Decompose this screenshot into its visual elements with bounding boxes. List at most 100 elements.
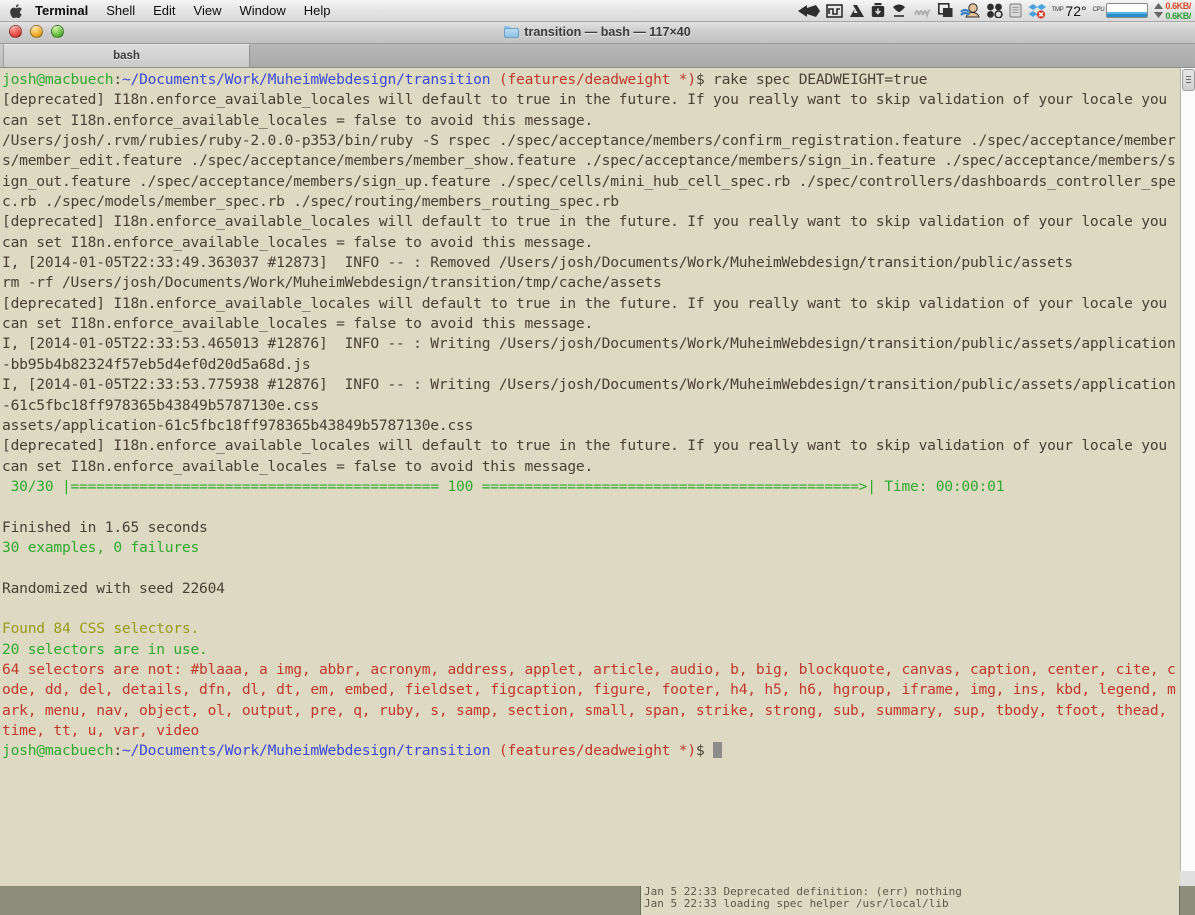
- window-title-group: transition — bash — 117×40: [0, 19, 1195, 45]
- terminal-text-segment: [deprecated] I18n.enforce_available_loca…: [2, 91, 1176, 129]
- terminal-line: 30 examples, 0 failures: [2, 538, 1180, 558]
- terminal-line: 64 selectors are not: #blaaa, a img, abb…: [2, 660, 1180, 741]
- google-drive-icon[interactable]: [849, 0, 865, 22]
- terminal-text-segment: assets/application-61c5fbc18ff978365b438…: [2, 416, 474, 434]
- terminal-text-segment: [deprecated] I18n.enforce_available_loca…: [2, 437, 1176, 475]
- terminal-text-segment: 64 selectors are not: #blaaa, a img, abb…: [2, 660, 1176, 739]
- terminal-text-segment: (features/deadweight *): [498, 71, 696, 88]
- network-download-speed: 0.6KB/: [1165, 10, 1191, 21]
- terminal-text-segment: josh@macbuech: [2, 71, 114, 88]
- square-wave-icon[interactable]: [825, 0, 843, 22]
- terminal-text-segment: Finished in 1.65 seconds: [2, 518, 208, 536]
- terminal-text-segment: /Users/josh/.rvm/rubies/ruby-2.0.0-p353/…: [2, 132, 1176, 211]
- circles-icon[interactable]: [986, 0, 1003, 22]
- cpu-label: CPU: [1092, 6, 1105, 13]
- terminal-window[interactable]: transition — bash — 117×40 bash josh@mac…: [0, 18, 1195, 886]
- terminal-line: 30/30 |=================================…: [2, 477, 1180, 497]
- menu-item-help[interactable]: Help: [295, 0, 340, 22]
- terminal-scrollbar[interactable]: [1180, 68, 1195, 886]
- window-title: transition — bash — 117×40: [524, 25, 691, 39]
- dropbox-paused-icon[interactable]: [1028, 0, 1046, 22]
- terminal-line: I, [2014-01-05T22:33:53.465013 #12876] I…: [2, 334, 1180, 375]
- terminal-prompt-line: josh@macbuech:~/Documents/Work/MuheimWeb…: [2, 741, 1180, 761]
- network-monitor[interactable]: 0.6KB/ 0.6KB/: [1154, 0, 1191, 22]
- tab-bash[interactable]: bash: [3, 44, 250, 67]
- terminal-line: [deprecated] I18n.enforce_available_loca…: [2, 436, 1180, 477]
- terminal-text-segment: [deprecated] I18n.enforce_available_loca…: [2, 294, 1176, 333]
- menu-item-view[interactable]: View: [185, 0, 231, 22]
- temperature-value: 72°: [1065, 2, 1087, 19]
- backup-box-icon[interactable]: [871, 0, 885, 22]
- terminal-line: [deprecated] I18n.enforce_available_loca…: [2, 212, 1180, 253]
- traffic-light-group: [0, 24, 64, 38]
- background-window-line: Jan 5 22:33 loading spec helper /usr/loc…: [644, 897, 949, 910]
- terminal-line: Randomized with seed 22604: [2, 579, 1180, 599]
- menu-bar-left: Terminal Shell Edit View Window Help: [0, 0, 340, 22]
- terminal-text-segment: ~/Documents/Work/MuheimWebdesign/transit…: [121, 71, 491, 88]
- apple-logo-icon[interactable]: [0, 3, 26, 19]
- user-profile-icon[interactable]: [959, 0, 980, 22]
- terminal-text-segment: rm -rf /Users/josh/Documents/Work/Muheim…: [2, 274, 662, 292]
- terminal-text-segment: ~/Documents/Work/MuheimWebdesign/transit…: [121, 742, 491, 760]
- folder-icon: [504, 26, 520, 38]
- network-upload-speed: 0.6KB/: [1165, 0, 1191, 11]
- terminal-line: Found 84 CSS selectors.: [2, 619, 1180, 639]
- network-speed-values: 0.6KB/ 0.6KB/: [1165, 1, 1191, 21]
- terminal-text-segment: I, [2014-01-05T22:33:49.363037 #12873] I…: [2, 254, 1073, 272]
- terminal-text-segment: 30 examples, 0 failures: [2, 538, 200, 556]
- terminal-line: I, [2014-01-05T22:33:53.775938 #12876] I…: [2, 375, 1180, 416]
- terminal-text-segment: 20 selectors are in use.: [2, 640, 208, 658]
- terminal-line: rm -rf /Users/josh/Documents/Work/Muheim…: [2, 273, 1180, 293]
- terminal-text-segment: $ rake spec DEADWEIGHT=true: [695, 71, 928, 88]
- close-button[interactable]: [9, 24, 22, 38]
- scrollbar-grip-icon: [1186, 76, 1191, 77]
- terminal-text-segment: :: [113, 742, 122, 760]
- window-switch-icon[interactable]: [937, 0, 954, 22]
- scrollbar-thumb[interactable]: [1182, 69, 1195, 91]
- background-terminal-window[interactable]: Jan 5 22:33 Deprecated definition: (err)…: [640, 884, 1180, 915]
- terminal-line: [deprecated] I18n.enforce_available_loca…: [2, 90, 1180, 131]
- bartender-icon[interactable]: [891, 0, 907, 22]
- clipboard-icon[interactable]: [1009, 0, 1022, 22]
- mac-menu-bar: Terminal Shell Edit View Window Help TMP…: [0, 0, 1195, 22]
- spring-icon[interactable]: [913, 0, 932, 22]
- terminal-line: 20 selectors are in use.: [2, 640, 1180, 660]
- tab-bar-empty-area: [250, 44, 1195, 67]
- temperature-indicator[interactable]: TMP 72°: [1052, 0, 1087, 22]
- terminal-output[interactable]: josh@macbuech:~/Documents/Work/MuheimWeb…: [0, 68, 1180, 886]
- terminal-text-segment: I, [2014-01-05T22:33:53.465013 #12876] I…: [2, 335, 1176, 373]
- terminal-text-segment: $: [695, 742, 714, 760]
- minimize-button[interactable]: [30, 24, 43, 38]
- window-resize-grip[interactable]: [1180, 871, 1195, 886]
- terminal-text-segment: (features/deadweight *): [498, 742, 696, 760]
- zoom-button[interactable]: [51, 24, 64, 38]
- terminal-text-segment: I, [2014-01-05T22:33:53.775938 #12876] I…: [2, 376, 1176, 414]
- terminal-line: assets/application-61c5fbc18ff978365b438…: [2, 416, 1180, 436]
- terminal-line: [deprecated] I18n.enforce_available_loca…: [2, 294, 1180, 335]
- cpu-wave-dark: [1107, 14, 1148, 17]
- cpu-graph: [1106, 3, 1149, 18]
- terminal-text-segment: :: [113, 71, 122, 88]
- menu-item-window[interactable]: Window: [231, 0, 295, 22]
- menu-bar-status-area: TMP 72° CPU 0.6KB/ 0.6KB/: [797, 0, 1195, 22]
- terminal-cursor: [713, 742, 723, 759]
- menu-item-shell[interactable]: Shell: [97, 0, 144, 22]
- menu-item-edit[interactable]: Edit: [144, 0, 184, 22]
- terminal-body[interactable]: josh@macbuech:~/Documents/Work/MuheimWeb…: [0, 68, 1195, 886]
- cpu-monitor[interactable]: CPU: [1093, 0, 1149, 22]
- terminal-text-segment: Found 84 CSS selectors.: [2, 620, 200, 638]
- terminal-text-segment: 30/30 |=================================…: [2, 477, 1005, 495]
- network-arrows-icon: [1154, 3, 1164, 18]
- terminal-line: Finished in 1.65 seconds: [2, 518, 1180, 538]
- terminal-line: I, [2014-01-05T22:33:49.363037 #12873] I…: [2, 253, 1180, 273]
- menu-item-terminal[interactable]: Terminal: [26, 0, 97, 22]
- tmp-label: TMP: [1051, 6, 1064, 13]
- terminal-line: josh@macbuech:~/Documents/Work/MuheimWeb…: [2, 70, 1180, 90]
- terminal-text-segment: Randomized with seed 22604: [2, 579, 225, 597]
- tab-bar[interactable]: bash: [0, 44, 1195, 68]
- terminal-line: /Users/josh/.rvm/rubies/ruby-2.0.0-p353/…: [2, 131, 1180, 212]
- fast-forward-arrows-icon[interactable]: [797, 0, 820, 22]
